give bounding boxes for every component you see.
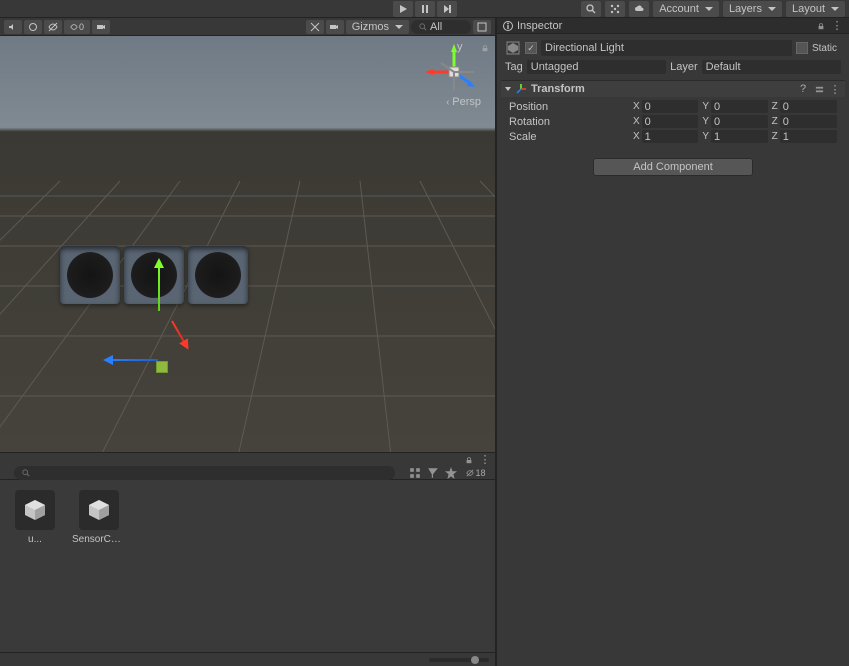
layers-dropdown[interactable]: Layers	[723, 1, 782, 17]
transform-gizmo[interactable]	[158, 311, 159, 312]
project-panel: 18 u... SensorConf...	[0, 466, 495, 666]
project-footer	[0, 652, 495, 666]
rotation-y-input[interactable]: 0	[711, 115, 768, 128]
gizmos-dropdown[interactable]: Gizmos	[346, 20, 409, 34]
scene-viewport[interactable]: y ‹ Persp	[0, 36, 495, 452]
inspector-panel: Inspector ⋮ Directional Light Static Tag…	[497, 18, 849, 666]
layers-label: Layers	[729, 3, 762, 15]
object-header: Directional Light Static	[501, 38, 845, 58]
lock-footer-icon[interactable]	[463, 454, 475, 466]
camera-settings-icon[interactable]	[92, 20, 110, 34]
asset-item[interactable]: SensorConf...	[74, 490, 124, 545]
position-x-input[interactable]: 0	[642, 100, 699, 113]
maximize-icon[interactable]	[473, 20, 491, 34]
scene-search-input[interactable]: All	[411, 20, 471, 34]
position-y-input[interactable]: 0	[711, 100, 768, 113]
tag-dropdown[interactable]: Untagged	[527, 60, 666, 74]
left-panel: 0 Gizmos All	[0, 18, 497, 666]
inspector-tab[interactable]: Inspector ⋮	[497, 18, 849, 34]
inspector-title: Inspector	[517, 20, 562, 32]
rotation-z-input[interactable]: 0	[780, 115, 837, 128]
static-label: Static	[812, 43, 837, 54]
favorite-icon[interactable]	[445, 467, 457, 479]
add-component-button[interactable]: Add Component	[593, 158, 753, 176]
gizmos-label: Gizmos	[352, 21, 389, 33]
scale-z-input[interactable]: 1	[780, 130, 837, 143]
tag-label: Tag	[505, 61, 523, 73]
lock-icon[interactable]	[479, 42, 491, 54]
play-button[interactable]	[393, 1, 413, 17]
tools-icon[interactable]	[306, 20, 324, 34]
search-placeholder: All	[430, 21, 442, 33]
transform-icon	[515, 83, 527, 95]
position-label: Position	[509, 101, 629, 113]
search-icon[interactable]	[581, 1, 601, 17]
collab-icon[interactable]	[605, 1, 625, 17]
scale-y-input[interactable]: 1	[711, 130, 768, 143]
filter-type-icon[interactable]	[409, 467, 421, 479]
fx-toggle-icon[interactable]	[24, 20, 42, 34]
rotation-x-input[interactable]: 0	[642, 115, 699, 128]
asset-label: SensorConf...	[72, 534, 126, 545]
project-search-input[interactable]	[14, 466, 395, 480]
object-name-input[interactable]: Directional Light	[541, 40, 792, 56]
scene-vis-icon[interactable]	[44, 20, 62, 34]
scale-x-input[interactable]: 1	[642, 130, 699, 143]
hidden-count[interactable]: 0	[64, 20, 90, 34]
scale-label: Scale	[509, 131, 629, 143]
info-icon	[503, 21, 513, 31]
account-dropdown[interactable]: Account	[653, 1, 719, 17]
static-checkbox[interactable]	[796, 42, 808, 54]
rotation-label: Rotation	[509, 116, 629, 128]
preset-icon[interactable]	[813, 83, 825, 95]
playback-controls	[393, 1, 457, 17]
pause-button[interactable]	[415, 1, 435, 17]
inspector-menu-icon[interactable]: ⋮	[831, 20, 843, 32]
asset-label: u...	[8, 534, 62, 545]
camera-icon[interactable]	[326, 20, 344, 34]
layer-label: Layer	[670, 61, 698, 73]
gameobject-icon	[505, 40, 521, 56]
audio-toggle-icon[interactable]	[4, 20, 22, 34]
layout-label: Layout	[792, 3, 825, 15]
layer-dropdown[interactable]: Default	[702, 60, 841, 74]
filter-label-icon[interactable]	[427, 467, 439, 479]
transform-component: Transform ? ⋮ Position X0 Y0 Z0	[501, 80, 845, 146]
menu-footer-icon[interactable]: ⋮	[479, 454, 491, 466]
layout-dropdown[interactable]: Layout	[786, 1, 845, 17]
account-label: Account	[659, 3, 699, 15]
active-checkbox[interactable]	[525, 42, 537, 54]
main-toolbar: Account Layers Layout	[0, 0, 849, 18]
thumbnail-size-slider[interactable]	[429, 658, 489, 662]
transform-header[interactable]: Transform ? ⋮	[501, 81, 845, 97]
svg-text:y: y	[457, 42, 463, 53]
transform-title: Transform	[531, 83, 793, 95]
scene-footer: ⋮	[0, 452, 495, 466]
project-content[interactable]: u... SensorConf...	[0, 480, 495, 652]
cloud-icon[interactable]	[629, 1, 649, 17]
step-button[interactable]	[437, 1, 457, 17]
projection-label[interactable]: ‹ Persp	[446, 96, 481, 108]
project-toolbar: 18	[0, 466, 495, 480]
hidden-assets-count[interactable]: 18	[463, 467, 489, 479]
help-icon[interactable]: ?	[797, 83, 809, 95]
component-menu-icon[interactable]: ⋮	[829, 83, 841, 95]
position-z-input[interactable]: 0	[780, 100, 837, 113]
asset-item[interactable]: u...	[10, 490, 60, 545]
lock-inspector-icon[interactable]	[815, 20, 827, 32]
scene-toolbar: 0 Gizmos All	[0, 18, 495, 36]
